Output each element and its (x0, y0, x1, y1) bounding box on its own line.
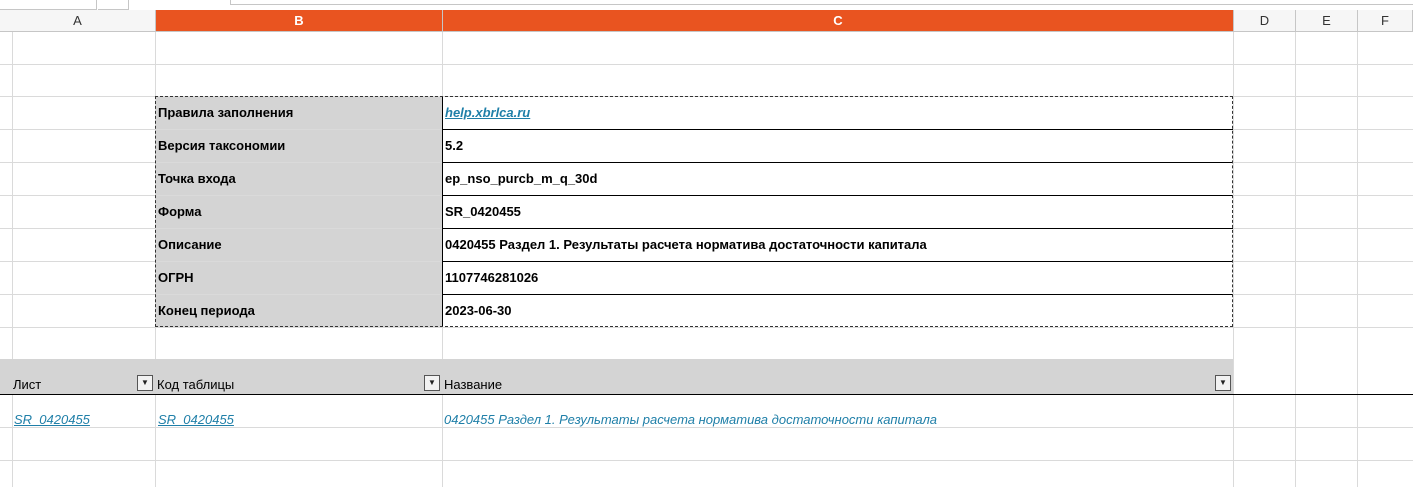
info-value-rules-link[interactable]: help.xbrlca.ru (443, 97, 1233, 129)
table-header-divider (0, 394, 1413, 395)
info-label-entry-point: Точка входа (156, 163, 442, 195)
info-label-rules: Правила заполнения (156, 97, 442, 129)
name-box-dropdown[interactable] (98, 0, 129, 10)
column-header-d[interactable]: D (1234, 10, 1296, 31)
info-value-period-end[interactable]: 2023-06-30 (443, 295, 1233, 327)
column-header-a[interactable]: A (0, 10, 156, 31)
formula-input[interactable] (230, 0, 1413, 5)
filter-sheet-button[interactable]: ▼ (137, 375, 153, 391)
table-header-name: Название (444, 377, 503, 392)
info-value-taxonomy-version[interactable]: 5.2 (443, 130, 1233, 162)
table-header-sheet: Лист (13, 377, 42, 392)
row-code-link[interactable]: SR_0420455 (158, 412, 234, 427)
formula-bar-strip (0, 0, 1413, 10)
row-name[interactable]: 0420455 Раздел 1. Результаты расчета нор… (444, 412, 937, 427)
info-label-ogrn: ОГРН (156, 262, 442, 294)
info-label-description: Описание (156, 229, 442, 261)
row-sheet-link[interactable]: SR_0420455 (14, 412, 90, 427)
column-header-e[interactable]: E (1296, 10, 1358, 31)
column-header-b[interactable]: B (156, 10, 443, 31)
info-label-period-end: Конец периода (156, 295, 442, 327)
info-value-form[interactable]: SR_0420455 (443, 196, 1233, 228)
info-label-form: Форма (156, 196, 442, 228)
table-header-code: Код таблицы (157, 377, 235, 392)
filter-name-button[interactable]: ▼ (1215, 375, 1231, 391)
column-header-c[interactable]: C (443, 10, 1234, 31)
filter-code-button[interactable]: ▼ (424, 375, 440, 391)
info-value-description[interactable]: 0420455 Раздел 1. Результаты расчета нор… (443, 229, 1233, 261)
column-header-f[interactable]: F (1358, 10, 1413, 31)
name-box[interactable] (0, 0, 97, 10)
column-headers: A B C D E F (0, 10, 1413, 32)
info-value-entry-point[interactable]: ep_nso_purcb_m_q_30d (443, 163, 1233, 195)
info-value-ogrn[interactable]: 1107746281026 (443, 262, 1233, 294)
sheet-grid[interactable]: Правила заполнения Версия таксономии Точ… (0, 32, 1413, 487)
info-label-taxonomy-version: Версия таксономии (156, 130, 442, 162)
